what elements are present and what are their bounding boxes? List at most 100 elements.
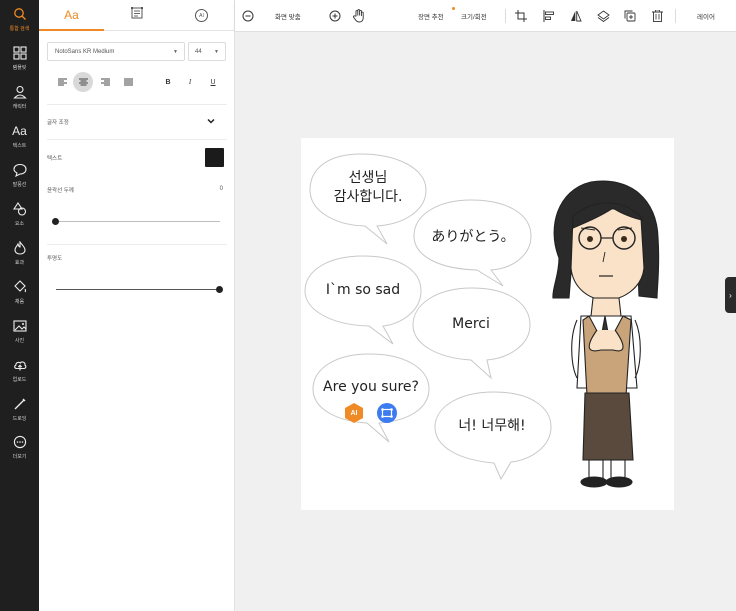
zoom-in-button[interactable] xyxy=(327,8,343,24)
expand-panel-button[interactable]: › xyxy=(725,277,736,313)
size-rotate-button[interactable]: 크기/회전 xyxy=(461,8,487,24)
font-family-select[interactable]: NotoSans KR Medium ▼ xyxy=(47,42,185,61)
search-icon xyxy=(12,6,28,22)
zoom-out-button[interactable] xyxy=(240,8,256,24)
layer-button[interactable]: 레이어 xyxy=(697,8,715,24)
font-size-select[interactable]: 44 ▼ xyxy=(188,42,226,61)
character-illustration xyxy=(552,180,660,488)
bubble-text-4[interactable]: Merci xyxy=(452,316,490,332)
hand-tool-button[interactable] xyxy=(350,8,366,24)
ai-icon: AI xyxy=(195,9,208,22)
text-color-swatch[interactable] xyxy=(205,148,224,167)
sidebar-item-label: 효과 xyxy=(14,260,25,266)
transform-handle[interactable] xyxy=(376,402,398,424)
sidebar-item-text[interactable]: Aa 텍스트 xyxy=(0,123,39,159)
speech-bubble xyxy=(312,353,430,443)
chevron-down-icon: ▼ xyxy=(173,49,178,55)
sidebar-item-label: 통합 검색 xyxy=(9,26,30,32)
underline-button[interactable]: U xyxy=(205,72,221,92)
align-button[interactable] xyxy=(541,8,557,24)
sidebar-item-label: 채움 xyxy=(14,299,25,305)
divider xyxy=(47,104,227,105)
layer-order-button[interactable] xyxy=(595,8,611,24)
transform-icon xyxy=(130,6,144,25)
align-center-button[interactable] xyxy=(73,72,93,92)
flip-button[interactable] xyxy=(568,8,584,24)
text-icon: Aa xyxy=(12,124,27,138)
sidebar-item-label: 업로드 xyxy=(12,377,27,383)
speech-bubble xyxy=(412,287,531,380)
text-color-label: 텍스트 xyxy=(47,156,63,162)
sidebar-item-label: 말풍선 xyxy=(12,182,27,188)
bubble-text-5-selected[interactable]: Are you sure? xyxy=(323,379,419,395)
sidebar-item-drawing[interactable]: 드로잉 xyxy=(0,396,39,432)
pen-icon xyxy=(12,396,28,412)
tab-transform[interactable] xyxy=(104,0,169,31)
delete-button[interactable] xyxy=(649,8,665,24)
fit-screen-button[interactable]: 화면 맞춤 xyxy=(275,8,301,24)
sidebar-item-search[interactable]: 통합 검색 xyxy=(0,6,39,42)
sidebar-item-speech-bubble[interactable]: 말풍선 xyxy=(0,162,39,198)
sidebar-item-more[interactable]: 더보기 xyxy=(0,434,39,470)
scene-recommend-button[interactable]: 장면 추천 xyxy=(418,8,444,24)
sidebar-item-label: 요소 xyxy=(14,221,25,227)
bubble-text-3[interactable]: I`m so sad xyxy=(326,282,400,298)
layers-icon xyxy=(596,10,610,22)
chevron-down-icon: ▼ xyxy=(214,49,219,55)
sidebar-item-effects[interactable]: 효과 xyxy=(0,240,39,276)
sidebar-item-photo[interactable]: 사진 xyxy=(0,318,39,354)
bubble-text-2[interactable]: ありがとう。 xyxy=(431,226,514,246)
align-center-icon xyxy=(78,78,88,86)
opacity-slider-handle[interactable] xyxy=(216,286,223,293)
opacity-slider-track[interactable] xyxy=(56,289,220,290)
tab-text-style[interactable]: Aa xyxy=(39,0,104,31)
bubble-text-1[interactable]: 선생님 감사합니다. xyxy=(334,169,403,207)
align-justify-button[interactable] xyxy=(118,72,138,92)
align-justify-icon xyxy=(123,78,133,86)
speech-bubble xyxy=(434,391,552,481)
panel-tabs: Aa AI xyxy=(39,0,235,31)
outline-slider-track[interactable] xyxy=(56,221,220,222)
sidebar-item-label: 템플릿 xyxy=(12,65,27,71)
sidebar-item-fill[interactable]: 채움 xyxy=(0,279,39,315)
ai-badge-label: AI xyxy=(350,409,358,417)
notification-dot xyxy=(452,7,455,10)
tab-ai[interactable]: AI xyxy=(169,0,234,31)
italic-button[interactable]: I xyxy=(182,72,198,92)
font-size-value: 44 xyxy=(195,48,202,55)
align-objects-icon xyxy=(543,10,554,22)
fire-icon xyxy=(12,240,28,256)
duplicate-button[interactable] xyxy=(622,8,638,24)
left-rail: 통합 검색 템플릿 캐릭터 Aa 텍스트 말풍선 요소 효과 채움 사진 업로드… xyxy=(0,0,39,611)
transform-handle-icon xyxy=(377,403,397,423)
outline-slider-handle[interactable] xyxy=(52,218,59,225)
hand-icon xyxy=(352,9,364,23)
chevron-down-icon[interactable] xyxy=(206,116,216,126)
sidebar-item-label: 캐릭터 xyxy=(12,104,27,110)
toolbar-divider xyxy=(675,9,676,23)
bold-button[interactable]: B xyxy=(160,72,176,92)
sidebar-item-character[interactable]: 캐릭터 xyxy=(0,84,39,120)
align-right-button[interactable] xyxy=(95,72,115,92)
ai-handle[interactable]: AI xyxy=(343,402,365,424)
align-right-icon xyxy=(100,78,110,86)
speech-bubble xyxy=(304,255,422,345)
sidebar-item-label: 사진 xyxy=(14,338,25,344)
bubble-text-6[interactable]: 너! 너무해! xyxy=(458,415,525,435)
shapes-icon xyxy=(12,201,28,217)
sidebar-item-templates[interactable]: 템플릿 xyxy=(0,45,39,81)
font-family-value: NotoSans KR Medium xyxy=(55,48,115,55)
divider xyxy=(47,139,227,140)
artboard[interactable]: 선생님 감사합니다. ありがとう。 I`m so sad Merci Are y… xyxy=(301,138,674,510)
align-left-button[interactable] xyxy=(52,72,72,92)
text-style-icon: Aa xyxy=(64,7,79,22)
sidebar-item-upload[interactable]: 업로드 xyxy=(0,357,39,393)
crop-button[interactable] xyxy=(513,8,529,24)
sidebar-item-elements[interactable]: 요소 xyxy=(0,201,39,237)
person-icon xyxy=(12,84,28,100)
toolbar-divider xyxy=(505,9,506,23)
zoom-out-icon xyxy=(242,10,254,22)
grid-icon xyxy=(12,45,28,61)
image-icon xyxy=(12,318,28,334)
divider xyxy=(47,244,227,245)
